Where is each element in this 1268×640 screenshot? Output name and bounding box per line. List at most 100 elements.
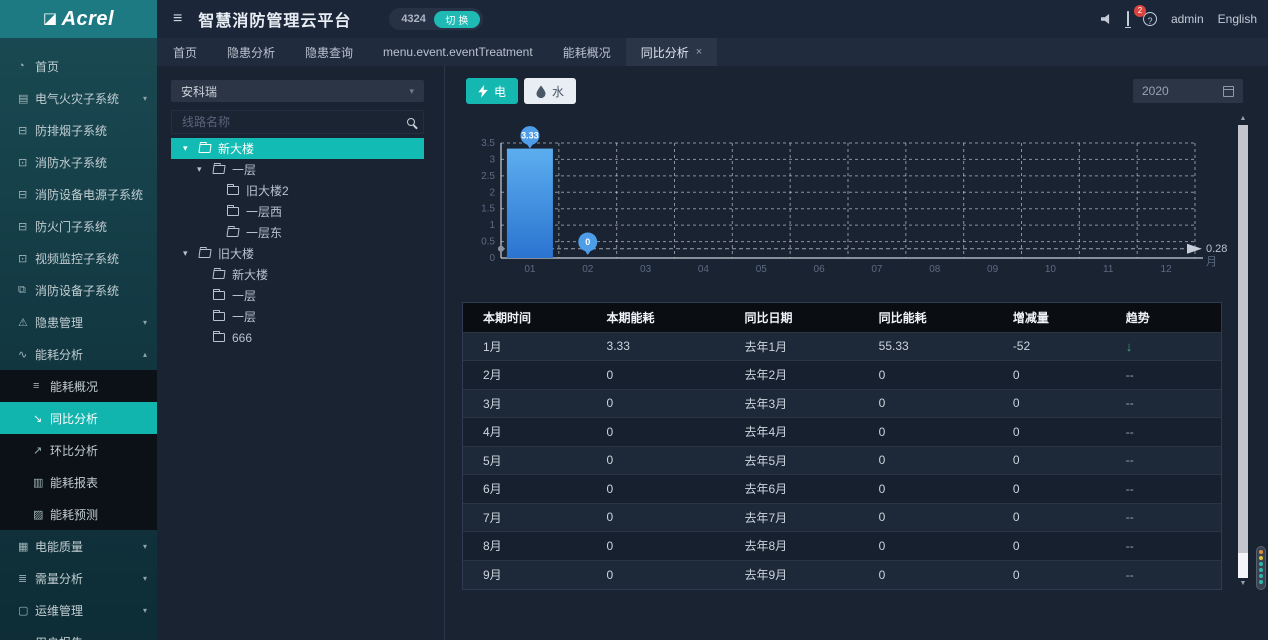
tree-node[interactable]: ▾666 (171, 327, 424, 348)
tree-node-label: 新大楼 (232, 266, 268, 283)
scrollbar-down-arrow[interactable]: ▼ (1238, 578, 1248, 590)
tree-node[interactable]: ▾ 新大楼 (171, 138, 424, 159)
table-cell: 0 (859, 475, 993, 504)
sidebar-item[interactable]: ▢运维管理▾ (0, 594, 157, 626)
sidebar-item[interactable]: ⧉消防设备子系统 (0, 274, 157, 306)
tab[interactable]: menu.event.eventTreatment (368, 38, 548, 66)
copy-icon: ⧉ (18, 284, 35, 297)
svg-text:0.5: 0.5 (481, 237, 495, 248)
sidebar-subitem[interactable]: ≡能耗概况 (0, 370, 157, 402)
chart-icon: ▤ (18, 92, 35, 105)
tab[interactable]: 隐患分析 (212, 38, 290, 66)
sidebar-item[interactable]: ▱用户报告 (0, 626, 157, 640)
svg-text:08: 08 (929, 264, 941, 275)
chevron-down-icon: ▾ (143, 318, 147, 327)
header-actions: 2 admin English (1101, 12, 1257, 26)
scrollbar-track[interactable] (1238, 125, 1248, 578)
sidebar-subitem[interactable]: ▥能耗报表 (0, 466, 157, 498)
table-row[interactable]: 1月3.33去年1月55.33-52↓ (463, 332, 1221, 361)
table-row[interactable]: 5月0去年5月00-- (463, 446, 1221, 475)
trend-none: -- (1126, 368, 1134, 382)
user-name[interactable]: admin (1171, 12, 1204, 26)
notifications[interactable]: 2 (1127, 12, 1129, 26)
search-icon[interactable] (407, 118, 415, 126)
tree-node[interactable]: ▾一层东 (171, 222, 424, 243)
water-tab-button[interactable]: 水 (524, 78, 576, 104)
scrollbar[interactable]: ▲ ▼ (1238, 113, 1248, 590)
menu-item-label: 能耗分析 (35, 346, 143, 363)
tree-expand-caret[interactable]: ▾ (183, 143, 197, 154)
trend-down-icon: ↘ (33, 412, 50, 425)
sidebar-item[interactable]: ◔首页 (0, 50, 157, 82)
table-row[interactable]: 3月0去年3月00-- (463, 389, 1221, 418)
comparison-table-wrap: 本期时间本期能耗同比日期同比能耗增减量趋势1月3.33去年1月55.33-52↓… (462, 302, 1222, 590)
sidebar-item[interactable]: ≣需量分析▾ (0, 562, 157, 594)
table-row[interactable]: 2月0去年2月00-- (463, 361, 1221, 390)
sidebar-item[interactable]: ⚠隐患管理▾ (0, 306, 157, 338)
sidebar-item[interactable]: ▤电气火灾子系统▾ (0, 82, 157, 114)
tree-node-label: 一层 (232, 308, 256, 325)
sidebar-item[interactable]: ∿能耗分析▴ (0, 338, 157, 370)
sidebar-collapse-icon[interactable]: ≡ (173, 10, 182, 28)
tab[interactable]: 首页 (158, 38, 212, 66)
table-row[interactable]: 7月0去年7月00-- (463, 503, 1221, 532)
table-row[interactable]: 4月0去年4月00-- (463, 418, 1221, 447)
table-row[interactable]: 9月0去年9月00-- (463, 560, 1221, 589)
panel-divider (444, 66, 445, 640)
tab-close-icon[interactable]: × (696, 46, 702, 58)
language-switch[interactable]: English (1218, 12, 1257, 26)
tree-expand-caret[interactable]: ▾ (197, 164, 211, 175)
tree-node[interactable]: ▾一层 (171, 159, 424, 180)
trend-none: -- (1126, 482, 1134, 496)
tab[interactable]: 同比分析× (626, 38, 717, 66)
speaker-icon[interactable] (1101, 14, 1113, 24)
search-input[interactable] (180, 114, 407, 130)
tree-node-label: 新大楼 (218, 140, 254, 157)
table-cell: 3.33 (587, 332, 725, 361)
chevron-up-icon: ▴ (143, 350, 147, 359)
lightning-icon (478, 85, 488, 98)
folder-open-icon (226, 228, 239, 237)
tree-node[interactable]: ▾新大楼 (171, 264, 424, 285)
water-label: 水 (552, 83, 564, 100)
electric-tab-button[interactable]: 电 (466, 78, 518, 104)
sidebar-item[interactable]: ▦电能质量▾ (0, 530, 157, 562)
table-row[interactable]: 8月0去年8月00-- (463, 532, 1221, 561)
tree-expand-caret[interactable]: ▾ (183, 248, 197, 259)
tree-node[interactable]: ▾旧大楼 (171, 243, 424, 264)
sidebar-item[interactable]: ⊟消防设备电源子系统 (0, 178, 157, 210)
bar-chart-icon: ▥ (33, 476, 50, 489)
table-row[interactable]: 6月0去年6月00-- (463, 475, 1221, 504)
sidebar-item[interactable]: ⊟防排烟子系统 (0, 114, 157, 146)
sidebar-item[interactable]: ⊡消防水子系统 (0, 146, 157, 178)
project-select[interactable]: 安科瑞 ▾ (171, 80, 424, 102)
sidebar-subitem[interactable]: ↗环比分析 (0, 434, 157, 466)
lock-icon: ⊟ (18, 220, 35, 233)
tree-node[interactable]: ▾一层西 (171, 201, 424, 222)
table-cell: 0 (587, 418, 725, 447)
tree-node[interactable]: ▾一层 (171, 285, 424, 306)
sidebar-menu: ◔首页▤电气火灾子系统▾⊟防排烟子系统⊡消防水子系统⊟消防设备电源子系统⊟防火门… (0, 38, 157, 640)
menu-item-label: 用户报告 (35, 634, 147, 640)
year-picker[interactable]: 2020 (1133, 79, 1243, 103)
sidebar-item[interactable]: ⊡视频监控子系统 (0, 242, 157, 274)
tree-node[interactable]: ▾一层 (171, 306, 424, 327)
tab-label: 隐患分析 (227, 44, 275, 61)
brand-name: Acrel (62, 8, 115, 31)
tree-panel: 安科瑞 ▾ ▾新大楼▾一层▾旧大楼2▾一层西▾一层东▾旧大楼▾新大楼▾一层▾一层… (171, 80, 424, 348)
tab[interactable]: 隐患查询 (290, 38, 368, 66)
sidebar-subitem[interactable]: ▨能耗预测 (0, 498, 157, 530)
table-cell: 去年4月 (725, 418, 859, 447)
table-cell: 55.33 (859, 332, 993, 361)
sidebar-subitem[interactable]: ↘同比分析 (0, 402, 157, 434)
scrollbar-thumb[interactable] (1238, 125, 1248, 553)
tab[interactable]: 能耗概况 (548, 38, 626, 66)
table-cell: 0 (859, 532, 993, 561)
svg-text:05: 05 (756, 264, 768, 275)
sidebar-item[interactable]: ⊟防火门子系统 (0, 210, 157, 242)
switch-button[interactable]: 切换 (434, 11, 480, 28)
tree-node[interactable]: ▾旧大楼2 (171, 180, 424, 201)
comparison-bar-chart: 00.511.522.533.5010203040506070809101112… (461, 112, 1241, 289)
svg-text:06: 06 (814, 264, 826, 275)
scrollbar-up-arrow[interactable]: ▲ (1238, 113, 1248, 125)
